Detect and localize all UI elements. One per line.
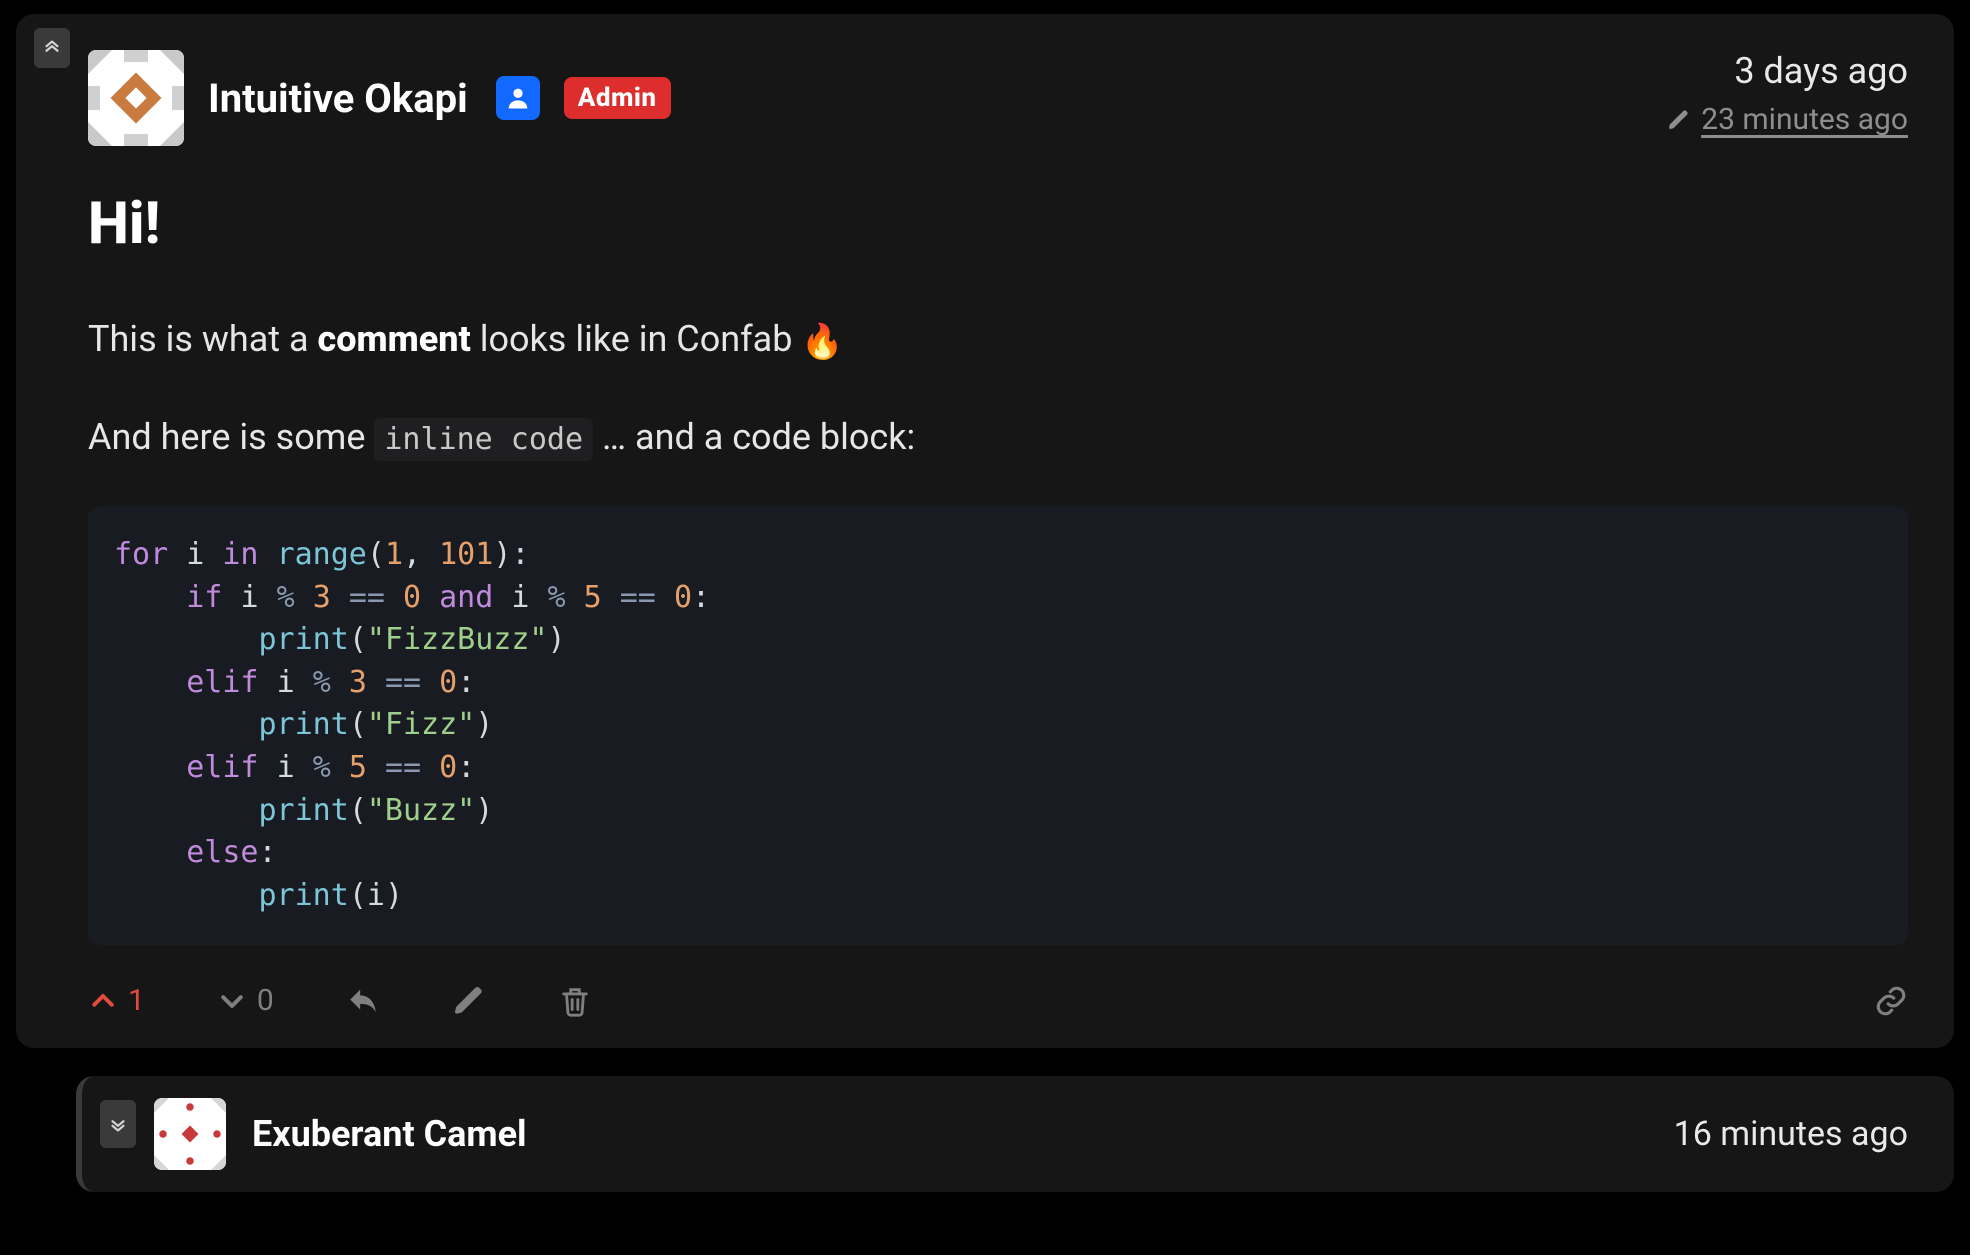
fn: print (259, 878, 349, 913)
author-name[interactable]: Intuitive Okapi (208, 75, 468, 122)
identicon-icon (88, 50, 184, 146)
inline-code: inline code (374, 418, 593, 461)
avatar[interactable] (88, 50, 184, 146)
str: "FizzBuzz" (367, 622, 548, 657)
code-block: for i in range(1, 101): if i % 3 == 0 an… (88, 506, 1908, 945)
chevrons-up-icon (41, 37, 63, 59)
num: 3 (349, 665, 367, 700)
edit-button[interactable] (452, 984, 486, 1018)
num: 0 (439, 665, 457, 700)
id: i (240, 580, 258, 615)
fn: print (259, 622, 349, 657)
kw-in: in (222, 537, 258, 572)
fn: range (277, 537, 367, 572)
fn: print (259, 793, 349, 828)
user-badge[interactable] (496, 76, 540, 120)
num: 0 (403, 580, 421, 615)
text: This is what a (88, 318, 318, 360)
reply-button[interactable] (346, 984, 380, 1018)
comment-paragraph-1: This is what a comment looks like in Con… (88, 312, 1908, 368)
comment-body: Hi! This is what a comment looks like in… (88, 190, 1908, 945)
permalink-button[interactable] (1874, 984, 1908, 1018)
reply-icon (346, 984, 380, 1018)
kw-for: for (114, 537, 168, 572)
comment-footer: 1 0 (88, 965, 1908, 1030)
admin-badge: Admin (564, 77, 671, 119)
text: looks like in Confab (471, 318, 802, 360)
kw-elif: elif (186, 665, 258, 700)
text: And here is some (88, 416, 374, 458)
str: "Fizz" (367, 707, 475, 742)
trash-icon (558, 984, 592, 1018)
id: i (277, 665, 295, 700)
link-icon (1874, 984, 1908, 1018)
fire-emoji: 🔥 (801, 322, 843, 362)
num: 101 (439, 537, 493, 572)
edited-time-label: 23 minutes ago (1701, 102, 1908, 137)
op: == (349, 580, 385, 615)
op: == (620, 580, 656, 615)
chevron-down-icon (217, 986, 247, 1016)
chevrons-down-icon (107, 1113, 129, 1135)
upvote-button[interactable]: 1 (88, 983, 145, 1018)
delete-button[interactable] (558, 984, 592, 1018)
num: 0 (674, 580, 692, 615)
str: "Buzz" (367, 793, 475, 828)
bold-text: comment (318, 318, 471, 360)
kw-if: if (186, 580, 222, 615)
num: 1 (385, 537, 403, 572)
timestamp-block: 3 days ago 23 minutes ago (1667, 50, 1908, 137)
posted-time[interactable]: 3 days ago (1667, 50, 1908, 92)
op: == (385, 750, 421, 785)
comment-heading: Hi! (88, 190, 1908, 258)
person-icon (504, 84, 532, 112)
avatar[interactable] (154, 1098, 226, 1170)
comment-header: Intuitive Okapi Admin 3 days ago 23 minu… (88, 50, 1908, 146)
op: == (385, 665, 421, 700)
author-block: Intuitive Okapi Admin (88, 50, 671, 146)
reply-card: Exuberant Camel 16 minutes ago (76, 1076, 1954, 1192)
collapse-toggle[interactable] (34, 28, 70, 68)
kw-else: else (186, 835, 258, 870)
reply-author-block: Exuberant Camel (154, 1098, 527, 1170)
upvote-count: 1 (128, 983, 145, 1018)
downvote-count: 0 (257, 983, 274, 1018)
identicon-icon (154, 1098, 226, 1170)
num: 5 (584, 580, 602, 615)
comment-card: Intuitive Okapi Admin 3 days ago 23 minu… (16, 14, 1954, 1048)
id: i (511, 580, 529, 615)
fn: print (259, 707, 349, 742)
num: 5 (349, 750, 367, 785)
reply-posted-time[interactable]: 16 minutes ago (1674, 1114, 1908, 1154)
edited-time[interactable]: 23 minutes ago (1667, 102, 1908, 137)
id: i (367, 878, 385, 913)
pencil-icon (452, 984, 486, 1018)
kw-elif: elif (186, 750, 258, 785)
id: i (186, 537, 204, 572)
id: i (277, 750, 295, 785)
expand-toggle[interactable] (100, 1100, 136, 1148)
downvote-button[interactable]: 0 (217, 983, 274, 1018)
pencil-icon (1667, 108, 1691, 132)
num: 0 (439, 750, 457, 785)
reply-author-name[interactable]: Exuberant Camel (252, 1113, 527, 1155)
chevron-up-icon (88, 986, 118, 1016)
num: 3 (313, 580, 331, 615)
comment-paragraph-2: And here is some inline code … and a cod… (88, 410, 1908, 464)
text: … and a code block: (593, 416, 915, 458)
kw-and: and (439, 580, 493, 615)
